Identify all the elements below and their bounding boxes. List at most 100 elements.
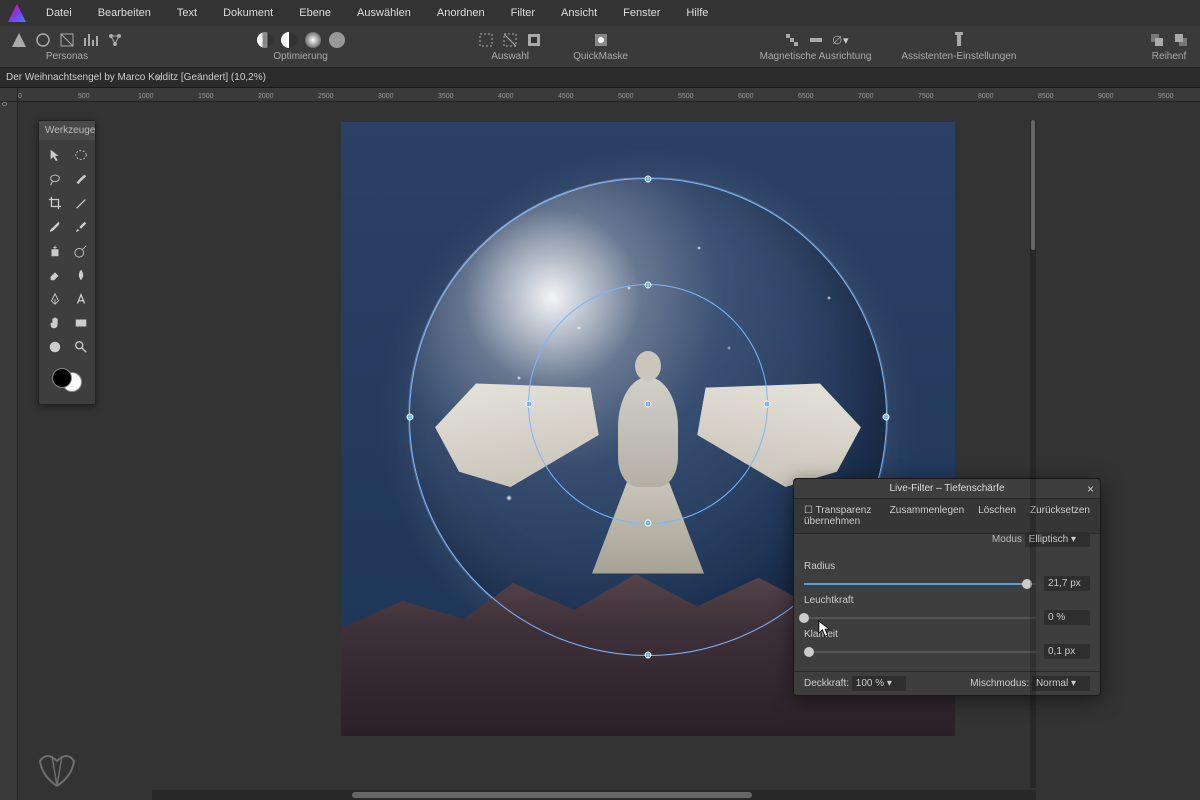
gradient-tool-icon[interactable] <box>43 336 67 358</box>
persona-export-icon[interactable] <box>106 31 124 49</box>
menu-text[interactable]: Text <box>171 3 203 23</box>
blur-tool-icon[interactable] <box>69 264 93 286</box>
move-tool-icon[interactable] <box>43 144 67 166</box>
mischmodus-select[interactable]: Normal ▾ <box>1032 676 1090 691</box>
shadow-icon[interactable] <box>304 31 322 49</box>
magnet-label: Magnetische Ausrichtung <box>760 51 872 62</box>
menu-bearbeiten[interactable]: Bearbeiten <box>92 3 157 23</box>
marquee-ellipse-tool-icon[interactable] <box>69 144 93 166</box>
menu-hilfe[interactable]: Hilfe <box>680 3 714 23</box>
klarheit-slider[interactable] <box>804 651 1036 653</box>
magnet-group: ▾ Magnetische Ausrichtung <box>760 31 872 62</box>
quickmask-group: QuickMaske <box>573 31 628 62</box>
paint-brush-tool-icon[interactable] <box>43 216 67 238</box>
menu-dokument[interactable]: Dokument <box>217 3 279 23</box>
klarheit-label: Klarheit <box>804 629 1090 640</box>
ruler-horizontal: 0500100015002000250030003500400045005000… <box>18 88 1200 102</box>
merge-button[interactable]: Zusammenlegen <box>884 502 970 530</box>
menu-fenster[interactable]: Fenster <box>617 3 666 23</box>
persona-develop-icon[interactable] <box>58 31 76 49</box>
move-back-icon[interactable] <box>1148 31 1166 49</box>
select-all-icon[interactable] <box>477 31 495 49</box>
radius-value[interactable]: 21,7 px <box>1044 576 1090 591</box>
tools-panel: Werkzeuge <box>38 120 96 405</box>
document-tab[interactable]: Der Weihnachtsengel by Marco Kolditz [Ge… <box>6 72 266 83</box>
personas-label: Personas <box>46 51 88 62</box>
leuchtkraft-label: Leuchtkraft <box>804 595 1090 606</box>
leuchtkraft-value[interactable]: 0 % <box>1044 610 1090 625</box>
modus-label: Modus <box>992 534 1022 545</box>
move-front-icon[interactable] <box>1172 31 1190 49</box>
radius-label: Radius <box>804 561 1090 572</box>
menu-filter[interactable]: Filter <box>505 3 541 23</box>
leuchtkraft-slider[interactable] <box>804 617 1036 619</box>
snap-toggle-icon[interactable]: ▾ <box>831 31 849 49</box>
tools-title: Werkzeuge <box>39 121 95 140</box>
arrange-group: Reihenf <box>1148 31 1190 62</box>
persona-photo-icon[interactable] <box>10 31 28 49</box>
tools-grid <box>39 140 95 362</box>
fg-color-icon[interactable] <box>52 368 72 388</box>
document-tab-bar: Der Weihnachtsengel by Marco Kolditz [Ge… <box>0 68 1200 88</box>
radius-slider[interactable] <box>804 583 1036 585</box>
document-tab-close-icon[interactable]: × <box>155 71 162 85</box>
watermark-icon <box>32 746 82 790</box>
menu-ebene[interactable]: Ebene <box>293 3 337 23</box>
lasso-tool-icon[interactable] <box>43 168 67 190</box>
eraser-tool-icon[interactable] <box>43 264 67 286</box>
assist-label: Assistenten-Einstellungen <box>901 51 1016 62</box>
app-logo-icon <box>8 4 26 22</box>
persona-tone-icon[interactable] <box>82 31 100 49</box>
deckkraft-select[interactable]: 100 % ▾ <box>852 676 906 691</box>
menu-auswaehlen[interactable]: Auswählen <box>351 3 417 23</box>
menu-ansicht[interactable]: Ansicht <box>555 3 603 23</box>
eyedropper-tool-icon[interactable] <box>69 192 93 214</box>
horizontal-scrollbar[interactable] <box>152 790 1036 800</box>
klarheit-value[interactable]: 0,1 px <box>1044 644 1090 659</box>
color-swatch[interactable] <box>52 368 82 392</box>
live-filter-dialog: Live-Filter – Tiefenschärfe × Transparen… <box>793 478 1101 696</box>
text-tool-icon[interactable] <box>69 288 93 310</box>
dialog-close-icon[interactable]: × <box>1087 482 1094 496</box>
rectangle-tool-icon[interactable] <box>69 312 93 334</box>
personas-group: Personas <box>10 31 124 62</box>
ruler-vertical: 0500100015002000250030003500400045005000… <box>0 102 18 800</box>
assist-icon[interactable] <box>950 31 968 49</box>
dialog-title: Live-Filter – Tiefenschärfe × <box>794 479 1100 499</box>
assist-group: Assistenten-Einstellungen <box>901 31 1016 62</box>
ruler-corner <box>0 88 18 102</box>
selection-brush-tool-icon[interactable] <box>69 168 93 190</box>
selection-ellipse-inner[interactable] <box>528 284 768 524</box>
optimierung-group: Optimierung <box>256 31 346 62</box>
contrast-icon[interactable] <box>280 31 298 49</box>
deckkraft-label: Deckkraft: <box>804 678 849 689</box>
deselect-icon[interactable] <box>501 31 519 49</box>
invert-sel-icon[interactable] <box>525 31 543 49</box>
delete-button[interactable]: Löschen <box>972 502 1022 530</box>
transparency-checkbox[interactable]: Transparenz übernehmen <box>798 502 882 530</box>
quickmask-label: QuickMaske <box>573 51 628 62</box>
crop-tool-icon[interactable] <box>43 192 67 214</box>
menu-bar: Datei Bearbeiten Text Dokument Ebene Aus… <box>0 0 1200 26</box>
dodge-tool-icon[interactable] <box>69 240 93 262</box>
zoom-tool-icon[interactable] <box>69 336 93 358</box>
optimierung-label: Optimierung <box>273 51 327 62</box>
vertical-scrollbar[interactable] <box>1030 120 1036 788</box>
persona-liquify-icon[interactable] <box>34 31 52 49</box>
circle-icon[interactable] <box>328 31 346 49</box>
snap-pixel-icon[interactable] <box>807 31 825 49</box>
mischmodus-label: Mischmodus: <box>970 678 1029 689</box>
levels-icon[interactable] <box>256 31 274 49</box>
snap-grid-icon[interactable] <box>783 31 801 49</box>
reihenf-label: Reihenf <box>1152 51 1186 62</box>
toolbar: Personas Optimierung Auswahl QuickMaske … <box>0 26 1200 68</box>
quickmask-icon[interactable] <box>592 31 610 49</box>
menu-anordnen[interactable]: Anordnen <box>431 3 491 23</box>
clone-tool-icon[interactable] <box>43 240 67 262</box>
menu-datei[interactable]: Datei <box>40 3 78 23</box>
hand-tool-icon[interactable] <box>43 312 67 334</box>
auswahl-group: Auswahl <box>477 31 543 62</box>
pen-tool-icon[interactable] <box>43 288 67 310</box>
auswahl-label: Auswahl <box>491 51 529 62</box>
heal-brush-tool-icon[interactable] <box>69 216 93 238</box>
